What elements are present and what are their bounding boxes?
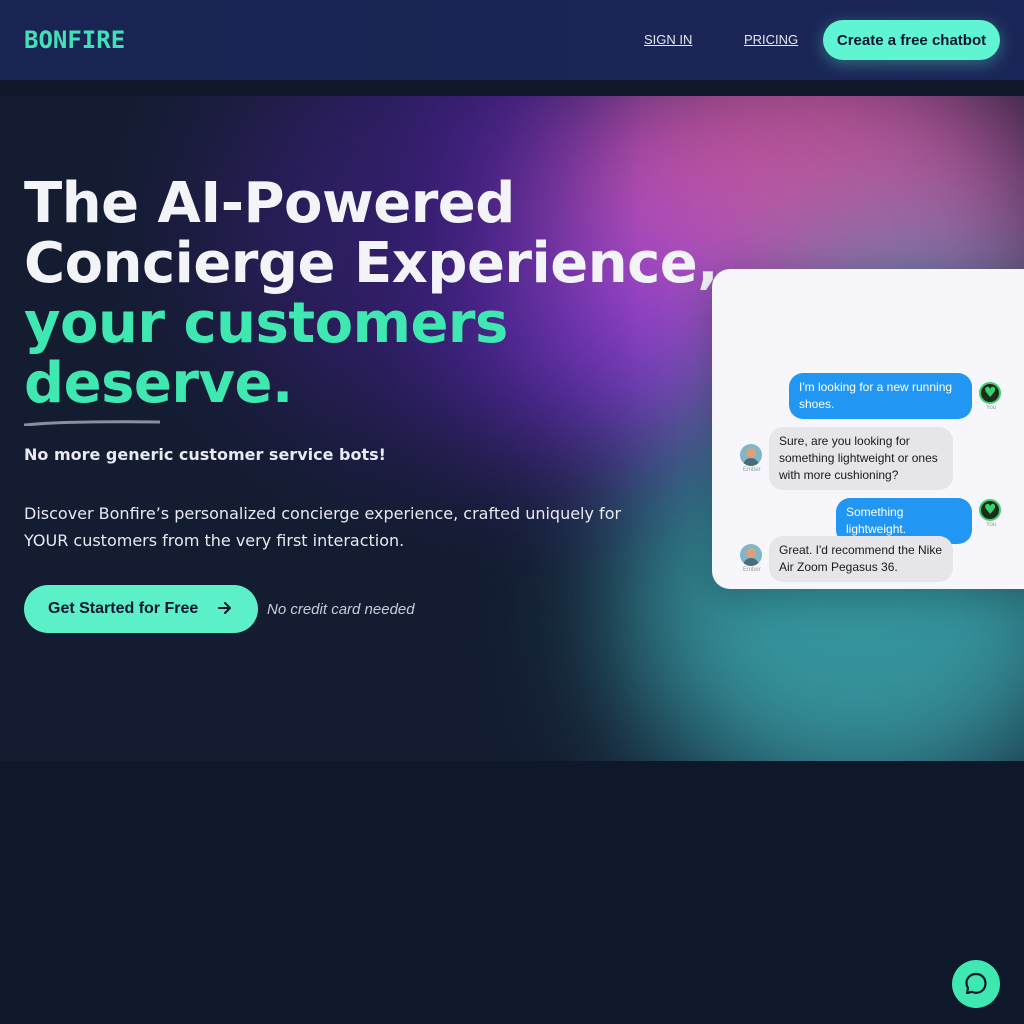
bonfire-logo[interactable]: BONFIRE <box>24 26 125 54</box>
chat-message-bot: Sure, are you looking for something ligh… <box>769 427 953 490</box>
get-started-label: Get Started for Free <box>48 600 199 617</box>
pricing-link[interactable]: PRICING <box>744 31 798 49</box>
arrow-right-icon <box>218 602 231 614</box>
headline-line-4: deserve. <box>24 351 293 416</box>
bot-avatar-icon <box>740 544 762 566</box>
open-chat-button[interactable] <box>952 960 1000 1008</box>
no-credit-card-note: No credit card needed <box>267 601 415 618</box>
create-chatbot-button[interactable]: Create a free chatbot <box>823 20 1000 60</box>
chat-bubble-icon <box>965 972 987 995</box>
get-started-button[interactable]: Get Started for Free <box>24 585 258 633</box>
avatar-label: You <box>986 522 997 528</box>
user-avatar-icon <box>979 499 1001 521</box>
hero-subheading: No more generic customer service bots! <box>24 445 386 464</box>
avatar-label: Ember <box>743 567 761 573</box>
hero-section: The AI-Powered Concierge Experience, you… <box>0 96 1024 761</box>
user-avatar-icon <box>979 382 1001 404</box>
headline-line-1: The AI-Powered <box>24 171 515 236</box>
hero-description: Discover Bonfire’s personalized concierg… <box>24 504 622 550</box>
bot-avatar-icon <box>740 444 762 466</box>
top-nav: BONFIRE SIGN IN PRICING Create a free ch… <box>0 0 1024 80</box>
sign-in-link[interactable]: SIGN IN <box>644 31 692 49</box>
chat-message-bot: Great. I'd recommend the Nike Air Zoom P… <box>769 536 953 582</box>
brush-underline <box>24 420 160 426</box>
chat-preview-card: I'm looking for a new running shoes. You… <box>712 269 1024 589</box>
avatar-label: You <box>986 405 997 411</box>
hero-headline: The AI-Powered Concierge Experience, you… <box>24 171 719 416</box>
avatar-label: Ember <box>743 467 761 473</box>
headline-line-3: your customers <box>24 291 508 356</box>
chat-message-user: I'm looking for a new running shoes. <box>789 373 972 419</box>
headline-line-2: Concierge Experience, <box>24 231 719 296</box>
